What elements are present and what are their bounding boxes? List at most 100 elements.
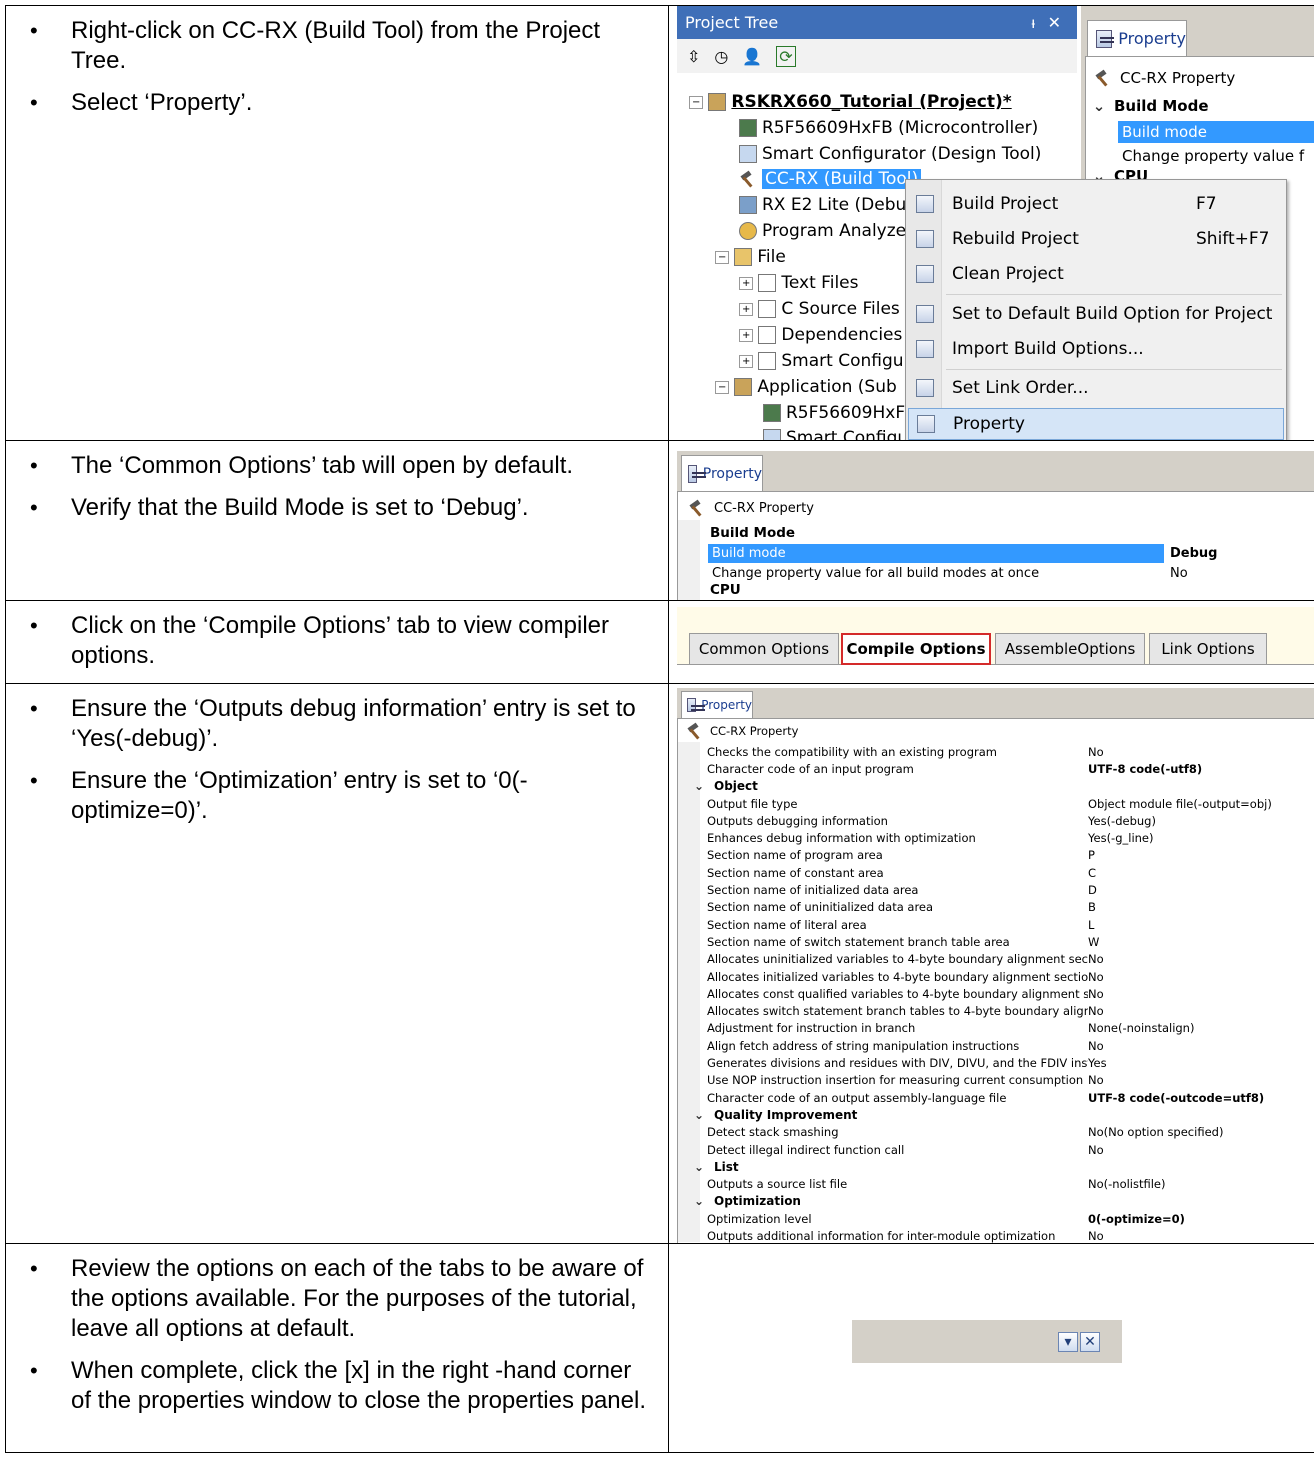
hammer-icon	[739, 171, 757, 187]
link-order-icon	[916, 379, 934, 397]
tree-build-tool[interactable]: CC-RX (Build Tool)	[739, 169, 922, 189]
menu-set-link-order[interactable]: Set Link Order...	[906, 372, 1286, 404]
property-row[interactable]: Output file type Object module file(-outp…	[707, 795, 1314, 812]
property-tab[interactable]: Property	[681, 455, 763, 491]
property-name: Allocates const qualified variables to 4…	[707, 986, 1088, 1001]
property-value: Yes(-debug)	[1088, 813, 1156, 828]
tab-compile-options[interactable]: Compile Options	[841, 633, 991, 665]
close-button[interactable]: ✕	[1080, 1332, 1100, 1352]
step-text: Review the options on each of the tabs t…	[30, 1254, 648, 1344]
menu-separator	[946, 369, 1282, 370]
property-category[interactable]: ⌄ Object	[692, 778, 1314, 795]
tree-application[interactable]: − Application (Sub	[715, 377, 897, 397]
user-icon[interactable]: 👤	[742, 47, 762, 66]
property-row[interactable]: Allocates uninitialized variables to 4-b…	[707, 951, 1314, 968]
menu-build-project[interactable]: Build Project F7	[906, 188, 1286, 220]
property-category[interactable]: ⌄ List	[692, 1158, 1314, 1175]
property-title: CC-RX Property	[688, 500, 1314, 516]
property-row[interactable]: Allocates initialized variables to 4-byt…	[707, 968, 1314, 985]
property-tab[interactable]: Property	[1087, 20, 1187, 56]
property-row[interactable]: Section name of constant area C	[707, 864, 1314, 881]
property-row[interactable]: Enhances debug information with optimiza…	[707, 830, 1314, 847]
sort-icon[interactable]: ⇳	[687, 47, 700, 66]
category-build-mode[interactable]: ⌄Build Mode	[1092, 97, 1314, 115]
screenshot-common-options: Property CC-RX Property ⌄Build Mode Buil…	[668, 440, 1314, 601]
history-icon[interactable]: ◷	[714, 47, 728, 66]
folder-icon	[758, 326, 777, 344]
property-row[interactable]: Generates divisions and residues with DI…	[707, 1054, 1314, 1071]
menu-set-default-build[interactable]: Set to Default Build Option for Project	[906, 298, 1286, 330]
property-value: D	[1088, 883, 1097, 898]
menu-import-build-options[interactable]: Import Build Options...	[906, 333, 1286, 365]
menu-clean-project[interactable]: Clean Project	[906, 258, 1286, 290]
tree-smart-config-folder[interactable]: + Smart Configu	[739, 351, 904, 371]
dropdown-button[interactable]: ▾	[1058, 1332, 1078, 1352]
tab-common-options[interactable]: Common Options	[689, 633, 839, 665]
property-row[interactable]: Detect illegal indirect function call No	[707, 1141, 1314, 1158]
menu-property[interactable]: Property	[908, 408, 1284, 440]
screenshot-compile-properties: Property CC-RX Property Checks the compa…	[668, 683, 1314, 1244]
tree-project[interactable]: − RSKRX660_Tutorial (Project)*	[689, 92, 1012, 112]
step-text: Select ‘Property’.	[30, 88, 648, 118]
step-row-2: The ‘Common Options’ tab will open by de…	[5, 440, 1314, 601]
pin-icon[interactable]: ᵼ	[1031, 13, 1035, 33]
build-mode-row[interactable]: Build mode	[1118, 121, 1314, 143]
property-row[interactable]: Optimization level 0(-optimize=0)	[707, 1210, 1314, 1227]
property-row[interactable]: Section name of program area P	[707, 847, 1314, 864]
property-row[interactable]: Adjustment for instruction in branch None…	[707, 1020, 1314, 1037]
instructions-cell: Ensure the ‘Outputs debug information’ e…	[5, 683, 669, 1244]
property-row[interactable]: Outputs additional information for inter…	[707, 1227, 1314, 1242]
change-property-row[interactable]: Change property value f	[1118, 145, 1314, 167]
tree-dependencies[interactable]: + Dependencies	[739, 325, 902, 345]
tree-app-smart-config[interactable]: Smart Configu	[763, 428, 908, 440]
tree-text-files[interactable]: + Text Files	[739, 273, 858, 293]
property-tab[interactable]: Property	[681, 691, 753, 718]
property-row[interactable]: Use NOP instruction insertion for measur…	[707, 1072, 1314, 1089]
category-build-mode[interactable]: ⌄Build Mode	[688, 525, 1314, 541]
tree-program-analyzer[interactable]: Program Analyze	[739, 221, 906, 241]
tree-debug-tool[interactable]: RX E2 Lite (Debug	[739, 195, 917, 215]
property-row[interactable]: Character code of an input program UTF-8 …	[707, 760, 1314, 777]
property-row[interactable]: Character code of an output assembly-lan…	[707, 1089, 1314, 1106]
close-icon[interactable]: ✕	[1048, 13, 1061, 32]
property-row[interactable]: Allocates const qualified variables to 4…	[707, 985, 1314, 1002]
property-row[interactable]: Outputs debugging information Yes(-debug)	[707, 812, 1314, 829]
tab-assemble-options[interactable]: AssembleOptions	[995, 633, 1145, 665]
property-row[interactable]: Allocates switch statement branch tables…	[707, 1003, 1314, 1020]
tree-smart-configurator[interactable]: Smart Configurator (Design Tool)	[739, 144, 1041, 164]
property-row[interactable]: Section name of literal area L	[707, 916, 1314, 933]
tree-toolbar: ⇳ ◷ 👤 ⟳	[677, 39, 1077, 73]
project-icon	[708, 93, 727, 111]
analyzer-icon	[739, 222, 757, 240]
tree-microcontroller[interactable]: R5F56609HxFB (Microcontroller)	[739, 118, 1038, 138]
tab-link-options[interactable]: Link Options	[1149, 633, 1267, 665]
property-row[interactable]: Align fetch address of string manipulati…	[707, 1037, 1314, 1054]
property-category[interactable]: ⌄ Optimization	[692, 1193, 1314, 1210]
property-row[interactable]: Outputs a source list file No(-nolistfile…	[707, 1176, 1314, 1193]
screenshot-compile-tabs: Common Options Compile Options AssembleO…	[668, 600, 1314, 684]
property-row[interactable]: Checks the compatibility with an existin…	[707, 743, 1314, 760]
property-value: No	[1088, 952, 1104, 967]
property-row[interactable]: Section name of initialized data area D	[707, 881, 1314, 898]
menu-rebuild-project[interactable]: Rebuild Project Shift+F7	[906, 223, 1286, 255]
menu-separator	[946, 294, 1282, 295]
property-value: UTF-8 code(-outcode=utf8)	[1088, 1090, 1265, 1105]
tree-file-folder[interactable]: − File	[715, 247, 786, 267]
build-mode-row[interactable]: Build mode Debug	[708, 544, 1314, 563]
property-category[interactable]: ⌄ Quality Improvement	[692, 1106, 1314, 1123]
property-icon	[687, 698, 706, 712]
category-cpu[interactable]: ⌄CPU	[688, 582, 1314, 598]
property-row[interactable]: Section name of switch statement branch …	[707, 933, 1314, 950]
property-value: Object module file(-output=obj)	[1088, 796, 1272, 811]
folder-icon	[734, 248, 753, 266]
grid-gutter	[678, 520, 700, 600]
property-name: Allocates initialized variables to 4-byt…	[707, 969, 1088, 984]
tree-c-source-files[interactable]: + C Source Files	[739, 299, 900, 319]
instructions-cell: Review the options on each of the tabs t…	[5, 1243, 669, 1453]
tree-app-microcontroller[interactable]: R5F56609HxF	[763, 403, 905, 423]
property-row[interactable]: Section name of uninitialized data area B	[707, 899, 1314, 916]
change-property-row[interactable]: Change property value for all build mode…	[708, 564, 1314, 582]
step-text: Ensure the ‘Optimization’ entry is set t…	[30, 766, 648, 826]
property-row[interactable]: Detect stack smashing No(No option specif…	[707, 1124, 1314, 1141]
refresh-icon[interactable]: ⟳	[776, 45, 796, 67]
